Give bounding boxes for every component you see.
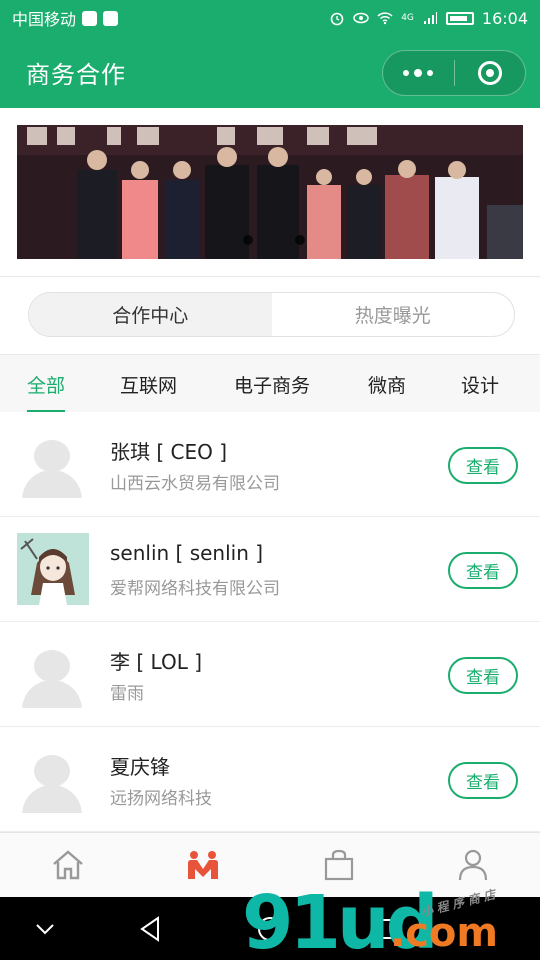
partner-name: 夏庆锋: [110, 755, 170, 779]
network-type-label: 4G: [401, 13, 414, 23]
banner-carousel[interactable]: [17, 125, 523, 259]
list-item[interactable]: 李 [ LOL ] 雷雨 查看: [0, 622, 540, 727]
segment-tab-cooperation-center[interactable]: 合作中心: [29, 293, 272, 336]
page-title: 商务合作: [26, 60, 126, 89]
close-mini-program-button[interactable]: [455, 51, 526, 95]
list-item[interactable]: senlin [ senlin ] 爱帮网络科技有限公司 查看: [0, 517, 540, 622]
default-avatar-icon: [20, 755, 84, 813]
signal-icon: [423, 12, 437, 24]
tab-cooperation[interactable]: [183, 845, 223, 885]
category-tab-wechat-business[interactable]: 微商: [368, 355, 406, 413]
more-dots-icon: [427, 70, 434, 76]
category-tab-label: 设计: [461, 374, 500, 397]
category-tab-label: 电子商务: [234, 374, 311, 397]
partner-name: 李 [ LOL ]: [110, 650, 202, 674]
anime-girl-avatar: [17, 533, 89, 605]
wifi-icon: [377, 12, 393, 25]
eye-icon: [353, 12, 369, 24]
carousel-dot[interactable]: [243, 235, 253, 245]
list-item[interactable]: 张琪 [ CEO ] 山西云水贸易有限公司 查看: [0, 412, 540, 517]
category-tab-label: 全部: [27, 374, 66, 397]
carrier-label: 中国移动: [12, 10, 77, 29]
partner-company: 爱帮网络科技有限公司: [110, 579, 280, 599]
back-triangle-icon: [140, 916, 159, 942]
tab-shop[interactable]: [319, 845, 359, 885]
category-tab-all[interactable]: 全部: [27, 355, 66, 413]
more-button[interactable]: [383, 51, 454, 95]
app-notification-icon: [103, 10, 119, 26]
partner-name: 张琪 [ CEO ]: [110, 440, 228, 464]
partner-company: 雷雨: [110, 684, 144, 704]
chevron-down-icon: [36, 924, 54, 935]
more-dots-icon: [403, 70, 410, 76]
home-icon: [53, 850, 83, 880]
more-dots-icon: [414, 69, 423, 77]
tab-home[interactable]: [48, 845, 88, 885]
clock-label: 16:04: [481, 8, 528, 28]
status-bar: 中国移动 4G 16:04: [0, 0, 540, 36]
partner-list: 张琪 [ CEO ] 山西云水贸易有限公司 查看 senlin [ senlin…: [0, 412, 540, 832]
view-button[interactable]: 查看: [448, 657, 518, 694]
segment-control: 合作中心 热度曝光: [28, 292, 515, 337]
alarm-icon: [330, 12, 344, 26]
default-avatar-icon: [20, 440, 84, 498]
category-tab-internet[interactable]: 互联网: [120, 355, 177, 413]
category-tabs: 全部 互联网 电子商务 微商 设计: [0, 354, 540, 412]
view-button[interactable]: 查看: [448, 552, 518, 589]
title-bar: 商务合作: [0, 36, 540, 108]
category-tab-label: 互联网: [120, 374, 178, 397]
shopping-bag-icon: [324, 849, 354, 881]
category-tab-ecommerce[interactable]: 电子商务: [234, 355, 310, 413]
app-notification-icon: [82, 10, 98, 26]
category-tab-label: 微商: [368, 374, 407, 397]
carousel-dot[interactable]: [295, 235, 305, 245]
user-icon: [458, 849, 488, 881]
section-divider: [0, 276, 540, 277]
cooperation-icon: [188, 851, 218, 879]
watermark-logo: 91ud .com 小程序商店: [240, 880, 540, 960]
list-item[interactable]: 夏庆锋 远扬网络科技 查看: [0, 727, 540, 832]
default-avatar-icon: [20, 650, 84, 708]
partner-company: 山西云水贸易有限公司: [110, 474, 280, 494]
partner-company: 远扬网络科技: [110, 789, 212, 809]
partner-name: senlin [ senlin ]: [110, 541, 264, 565]
mini-program-capsule: [382, 50, 526, 96]
watermark-suffix: .com: [390, 910, 499, 956]
close-circle-icon: [477, 61, 502, 85]
carousel-indicator: [243, 235, 305, 245]
segment-tab-hot-exposure[interactable]: 热度曝光: [272, 293, 515, 336]
nav-collapse-button[interactable]: [28, 912, 62, 946]
view-button[interactable]: 查看: [448, 762, 518, 799]
category-tab-design[interactable]: 设计: [461, 355, 499, 413]
battery-icon: [445, 11, 474, 25]
tab-profile[interactable]: [453, 845, 493, 885]
nav-back-button[interactable]: [133, 912, 167, 946]
view-button[interactable]: 查看: [448, 447, 518, 484]
